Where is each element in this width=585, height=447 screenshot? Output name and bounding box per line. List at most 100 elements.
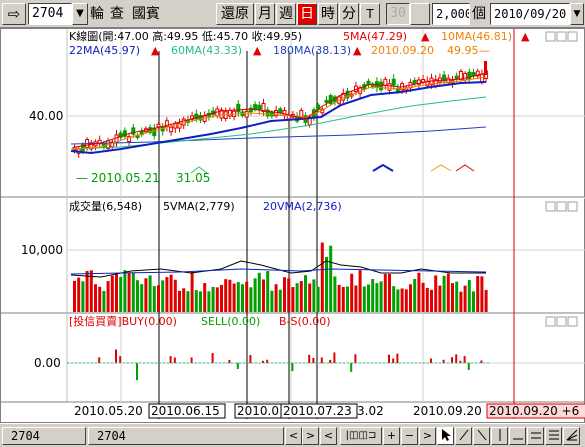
restore-button[interactable]: 還原 xyxy=(216,3,254,25)
date-input[interactable]: 2010/09/20 xyxy=(490,3,570,25)
volume-bar xyxy=(333,276,337,312)
inst-bar xyxy=(169,356,172,363)
volume-bar xyxy=(123,270,127,312)
candle xyxy=(169,126,174,133)
volume-bar xyxy=(73,280,76,312)
stock-dropdown-button[interactable]: ▼ xyxy=(72,3,88,25)
scroll-next-button[interactable]: > xyxy=(302,427,319,445)
ma180-arrow-icon: ▲ xyxy=(353,44,362,57)
volume-title: 成交量(6,548) xyxy=(69,199,142,213)
gridlines xyxy=(67,29,585,402)
bar-count-input[interactable]: 2,000 xyxy=(432,3,470,25)
volume-bar xyxy=(400,288,404,312)
panel-max-icon[interactable] xyxy=(556,31,567,42)
minute-button[interactable]: 分 xyxy=(339,3,359,25)
inst-title: [投信買賣]BUY(0.00) xyxy=(69,314,177,328)
volume-bar xyxy=(157,285,160,312)
volume-bar xyxy=(304,275,307,312)
volume-bar xyxy=(325,256,328,312)
volume-bar xyxy=(257,272,261,312)
volume-bar xyxy=(375,283,379,312)
panel-min-icon[interactable] xyxy=(545,316,556,327)
volume-bar xyxy=(140,284,144,312)
volume-bar xyxy=(211,286,215,312)
vline-tool-icon[interactable] xyxy=(491,427,508,445)
inst-bar xyxy=(236,363,239,369)
fan-tool-icon[interactable] xyxy=(563,427,580,445)
hline-tool-icon[interactable] xyxy=(509,427,526,445)
volume-bar xyxy=(484,290,488,312)
high-marker-dash: — xyxy=(479,44,490,57)
volume-bar xyxy=(173,279,177,312)
pan-right-button[interactable]: > xyxy=(419,427,436,445)
spin-button[interactable] xyxy=(410,3,430,25)
panel-min-icon[interactable] xyxy=(545,201,556,212)
volume-bar xyxy=(152,286,156,312)
zoom-range-button[interactable]: |◫◫⊐ xyxy=(340,427,382,445)
volume-bar xyxy=(459,291,463,312)
tick-button[interactable]: T xyxy=(360,3,380,25)
volume-bar xyxy=(316,286,320,312)
panel-min-icon[interactable] xyxy=(545,31,556,42)
lookup-button[interactable]: 查 xyxy=(110,3,124,25)
cursor-date-label: 2010.09.20 +6 xyxy=(489,404,579,418)
volume-bar xyxy=(312,279,316,312)
panel-max-icon[interactable] xyxy=(556,201,567,212)
volume-bar xyxy=(404,289,408,312)
volume-bar xyxy=(388,274,391,312)
tab-chart-2[interactable]: 2704 xyxy=(88,427,284,445)
channel-tool-icon[interactable] xyxy=(527,427,544,445)
x-label: 3.02 xyxy=(357,404,384,418)
zoom-out-button[interactable]: − xyxy=(401,427,418,445)
stock-chart-svg[interactable]: K線圖(開:47.00 高:49.95 低:45.70 收:49.95) 5MA… xyxy=(1,29,585,424)
inst-bars xyxy=(98,349,483,381)
x-axis: 2010.05.20 2010.06.15 2010.0 2010.07.23 … xyxy=(74,403,585,419)
tab-chart-1[interactable]: 2704 xyxy=(2,427,86,445)
volume-bar xyxy=(220,284,223,312)
inst-bar xyxy=(211,353,214,363)
volume-bar xyxy=(463,285,467,312)
ray-tool-icon[interactable] xyxy=(473,427,490,445)
volume-bar xyxy=(371,279,375,312)
stock-name-label: 國賓 xyxy=(132,6,160,22)
stock-code-input[interactable]: 2704 xyxy=(28,3,72,25)
inst-bar xyxy=(333,352,336,363)
cursor-tool-icon[interactable] xyxy=(437,427,454,445)
volume-bar xyxy=(320,242,324,312)
rotate-button[interactable]: 輪 xyxy=(90,3,104,25)
panel-buttons[interactable] xyxy=(545,31,578,327)
scroll-prev-button[interactable]: < xyxy=(285,427,302,445)
panel-close-icon[interactable] xyxy=(567,31,578,42)
volume-bar xyxy=(232,283,236,312)
volume-bar xyxy=(266,271,270,312)
inst-bar xyxy=(320,357,323,363)
volume-bar xyxy=(81,281,85,312)
daily-button[interactable]: 日 xyxy=(297,3,317,25)
x-label: 2010.06.15 xyxy=(151,404,220,418)
minute-interval-field[interactable]: 30 xyxy=(386,3,410,25)
volume-bar xyxy=(480,276,484,312)
inst-bar xyxy=(455,354,458,363)
inst-bar xyxy=(312,357,315,363)
pan-left-button[interactable]: < xyxy=(320,427,337,445)
hourly-button[interactable]: 時 xyxy=(318,3,338,25)
volume-bar xyxy=(409,284,412,312)
volume-bar xyxy=(362,286,366,312)
monthly-button[interactable]: 月 xyxy=(255,3,275,25)
go-arrow-button[interactable]: ⇨ xyxy=(2,3,26,25)
panel-max-icon[interactable] xyxy=(556,316,567,327)
zoom-in-button[interactable]: + xyxy=(383,427,400,445)
chart-area[interactable]: K線圖(開:47.00 高:49.95 低:45.70 收:49.95) 5MA… xyxy=(0,28,585,423)
line-tool-icon[interactable] xyxy=(455,427,472,445)
pattern-chevron-icon xyxy=(372,163,394,172)
fibonacci-tool-icon[interactable] xyxy=(545,427,562,445)
price-candles xyxy=(72,61,489,158)
inst-bar xyxy=(173,357,176,363)
panel-close-icon[interactable] xyxy=(567,201,578,212)
weekly-button[interactable]: 週 xyxy=(276,3,296,25)
panel-close-icon[interactable] xyxy=(567,316,578,327)
date-dropdown-button[interactable]: ▼ xyxy=(570,3,584,25)
volume-bar xyxy=(283,277,286,312)
volume-bar xyxy=(287,278,291,312)
candle xyxy=(156,123,161,128)
